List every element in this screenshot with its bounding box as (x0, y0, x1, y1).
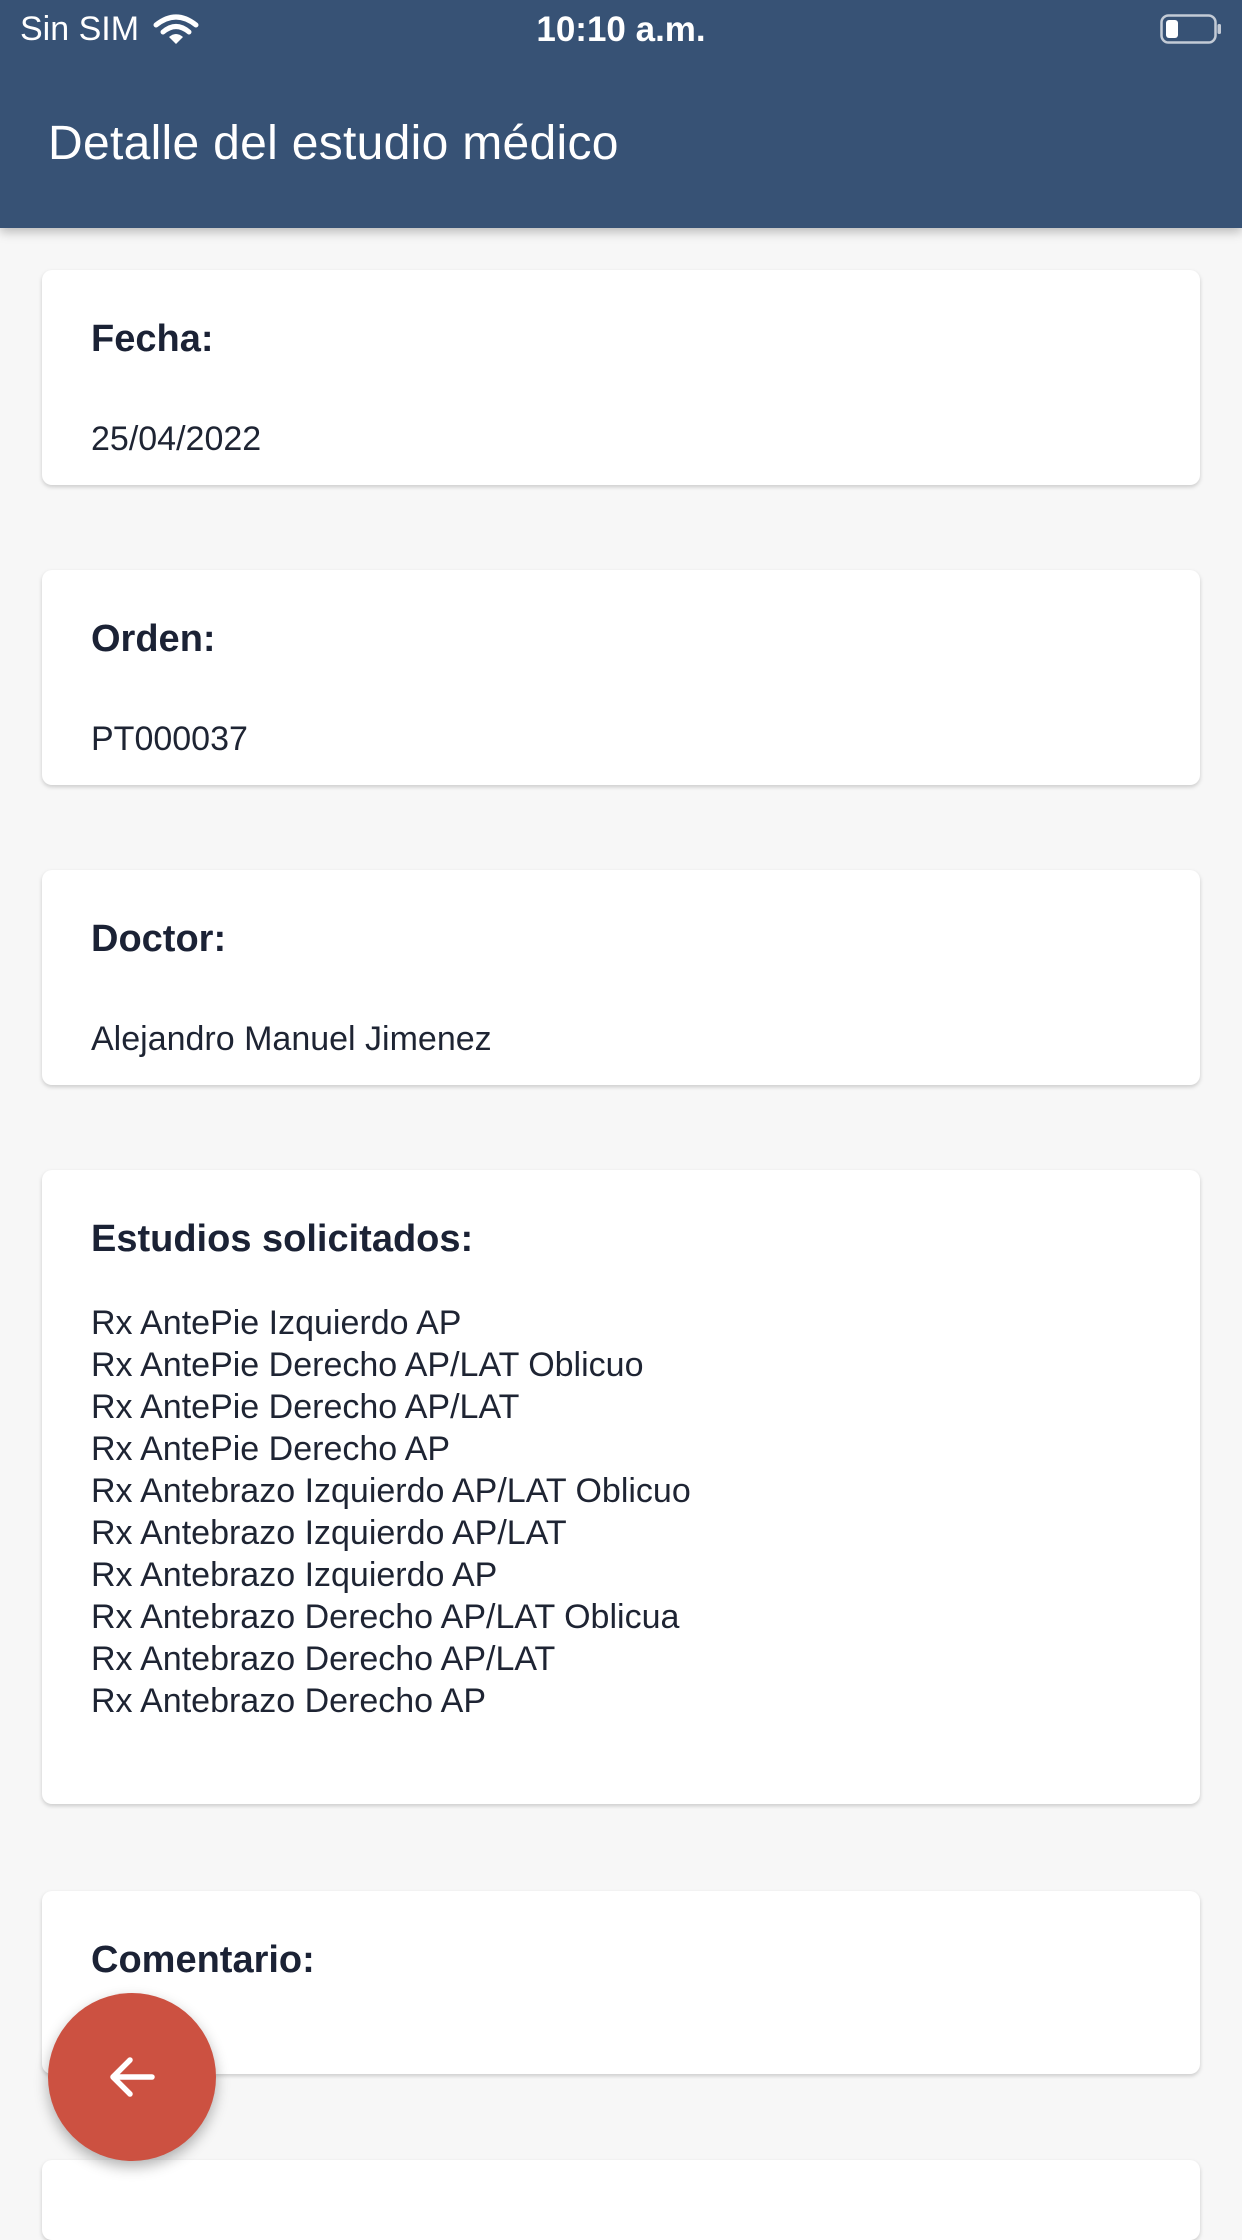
arrow-left-icon (110, 2057, 155, 2097)
battery-low-icon (1160, 14, 1221, 44)
back-button[interactable] (48, 1993, 216, 2161)
comentario-label: Comentario: (91, 1939, 315, 1981)
study-item: Rx AntePie Derecho AP/LAT (91, 1388, 520, 1426)
estudios-label: Estudios solicitados: (91, 1218, 474, 1260)
study-item: Rx Antebrazo Derecho AP/LAT Oblicua (91, 1598, 680, 1636)
study-item: Rx Antebrazo Izquierdo AP/LAT (91, 1514, 567, 1552)
fecha-card: Fecha: 25/04/2022 (42, 270, 1200, 485)
doctor-card: Doctor: Alejandro Manuel Jimenez (42, 870, 1200, 1085)
orden-label: Orden: (91, 618, 216, 660)
study-item: Rx Antebrazo Derecho AP/LAT (91, 1640, 556, 1678)
study-item: Rx Antebrazo Izquierdo AP/LAT Oblicuo (91, 1472, 691, 1510)
app-bar: Sin SIM 10:10 a.m. Detalle del estudio m… (0, 0, 1242, 228)
orden-card: Orden: PT000037 (42, 570, 1200, 785)
orden-value: PT000037 (91, 720, 248, 758)
fecha-label: Fecha: (91, 318, 214, 360)
status-bar: Sin SIM 10:10 a.m. (0, 0, 1242, 62)
next-card (42, 2160, 1200, 2240)
status-time: 10:10 a.m. (536, 10, 706, 49)
comentario-card: Comentario: (42, 1891, 1200, 2074)
study-item: Rx Antebrazo Izquierdo AP (91, 1556, 498, 1594)
estudios-card: Estudios solicitados: Rx AntePie Izquier… (42, 1170, 1200, 1804)
study-item: Rx AntePie Derecho AP/LAT Oblicuo (91, 1346, 644, 1384)
doctor-label: Doctor: (91, 918, 227, 960)
study-item: Rx AntePie Derecho AP (91, 1430, 451, 1468)
fecha-value: 25/04/2022 (91, 420, 262, 458)
page-title: Detalle del estudio médico (48, 117, 619, 170)
study-item: Rx Antebrazo Derecho AP (91, 1682, 487, 1720)
study-item: Rx AntePie Izquierdo AP (91, 1304, 462, 1342)
doctor-value: Alejandro Manuel Jimenez (91, 1020, 492, 1058)
studies-list: Rx AntePie Izquierdo AP Rx AntePie Derec… (91, 1302, 691, 1722)
